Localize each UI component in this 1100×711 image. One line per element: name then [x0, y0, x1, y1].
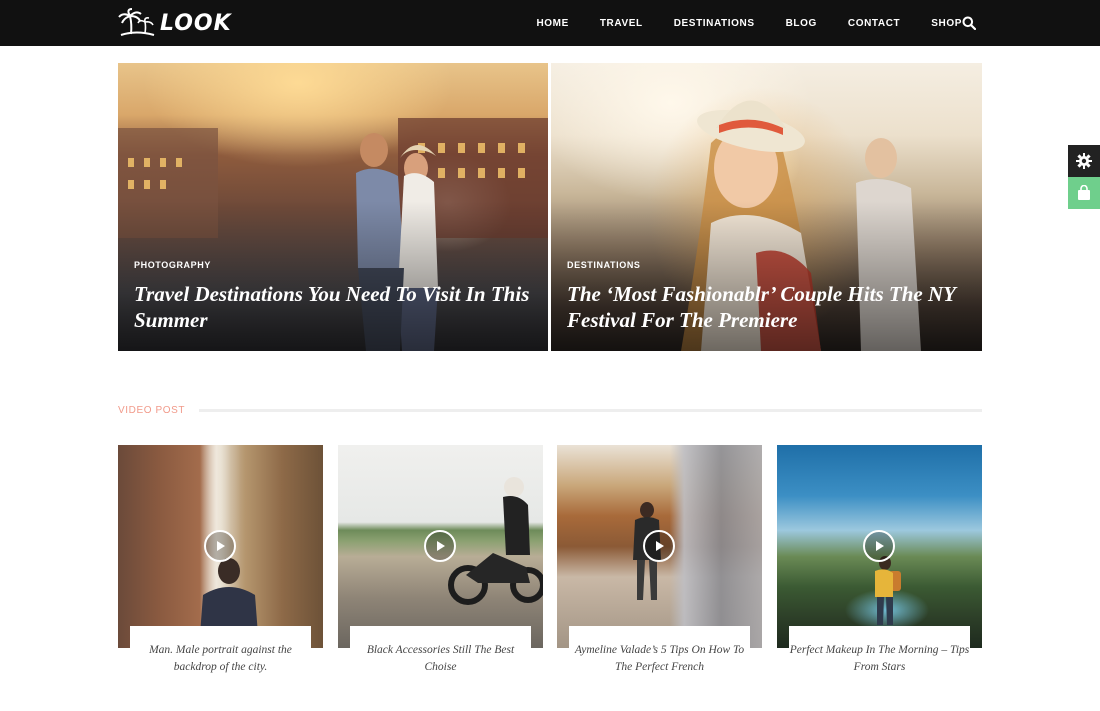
nav-travel[interactable]: TRAVEL [600, 18, 643, 29]
featured-title[interactable]: Travel Destinations You Need To Visit In… [134, 281, 534, 333]
palm-tree-icon [118, 8, 155, 36]
video-title[interactable]: Man. Male portrait against the backdrop … [130, 642, 311, 676]
play-icon [437, 541, 445, 551]
video-caption: Perfect Makeup In The Morning – Tips Fro… [789, 626, 970, 678]
motorcycle-rider-graphic [448, 477, 543, 605]
video-title[interactable]: Black Accessories Still The Best Choise [350, 642, 531, 676]
search-icon[interactable] [962, 16, 976, 30]
section-title: VIDEO POST [118, 404, 186, 416]
purchase-button[interactable] [1068, 177, 1100, 209]
play-button[interactable] [863, 530, 895, 562]
video-thumbnail[interactable] [777, 445, 982, 648]
nav-home[interactable]: HOME [536, 18, 568, 29]
site-logo[interactable]: LOOK [118, 8, 232, 38]
nav-blog[interactable]: BLOG [786, 18, 817, 29]
video-thumbnail[interactable] [557, 445, 762, 648]
video-caption: Black Accessories Still The Best Choise [350, 626, 531, 678]
featured-post-2[interactable]: DESTINATIONS The ‘Most Fashionablr’ Coup… [551, 63, 982, 351]
video-thumbnail[interactable] [118, 445, 323, 648]
hiker-graphic [875, 556, 901, 625]
section-divider [199, 408, 982, 412]
video-thumbnail[interactable] [338, 445, 543, 648]
play-icon [217, 541, 225, 551]
gear-icon [1076, 153, 1092, 169]
nav-contact[interactable]: CONTACT [848, 18, 900, 29]
video-post-card[interactable]: Black Accessories Still The Best Choise [338, 445, 543, 680]
video-post-card[interactable]: Perfect Makeup In The Morning – Tips Fro… [777, 445, 982, 680]
featured-title[interactable]: The ‘Most Fashionablr’ Couple Hits The N… [567, 281, 967, 333]
play-button[interactable] [643, 530, 675, 562]
video-title[interactable]: Perfect Makeup In The Morning – Tips Fro… [789, 642, 970, 676]
video-post-card[interactable]: Aymeline Valade’s 5 Tips On How To The P… [557, 445, 762, 680]
main-menu: HOME TRAVEL DESTINATIONS BLOG CONTACT SH… [536, 0, 962, 46]
video-post-section-header: VIDEO POST [118, 402, 982, 418]
play-icon [656, 541, 664, 551]
play-button[interactable] [424, 530, 456, 562]
video-post-card[interactable]: Man. Male portrait against the backdrop … [118, 445, 323, 680]
nav-shop[interactable]: SHOP [931, 18, 962, 29]
featured-category[interactable]: DESTINATIONS [567, 260, 641, 270]
featured-category[interactable]: PHOTOGRAPHY [134, 260, 211, 270]
site-logo-text: LOOK [160, 10, 232, 36]
video-caption: Man. Male portrait against the backdrop … [130, 626, 311, 678]
play-icon [876, 541, 884, 551]
play-button[interactable] [204, 530, 236, 562]
video-caption: Aymeline Valade’s 5 Tips On How To The P… [569, 626, 750, 678]
video-title[interactable]: Aymeline Valade’s 5 Tips On How To The P… [569, 642, 750, 676]
settings-button[interactable] [1068, 145, 1100, 177]
side-widget [1068, 145, 1100, 209]
top-navigation-bar: LOOK HOME TRAVEL DESTINATIONS BLOG CONTA… [0, 0, 1100, 46]
nav-destinations[interactable]: DESTINATIONS [674, 18, 755, 29]
shopping-bag-icon [1078, 185, 1090, 200]
featured-post-1[interactable]: PHOTOGRAPHY Travel Destinations You Need… [118, 63, 548, 351]
